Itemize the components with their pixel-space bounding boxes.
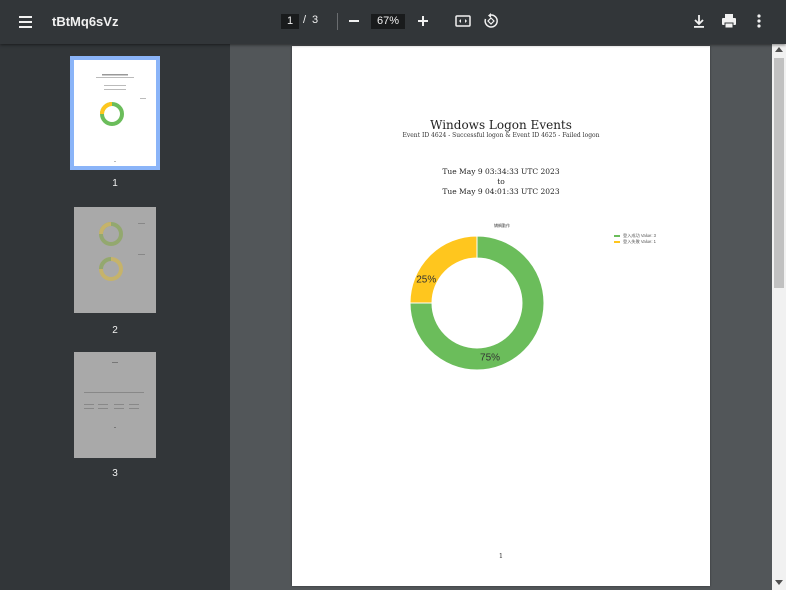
percent-label-success: 75%: [480, 352, 500, 363]
percent-label-failed: 25%: [416, 274, 436, 285]
zoom-out-icon[interactable]: [346, 13, 362, 29]
download-icon[interactable]: [690, 12, 708, 30]
chart-legend: 登入成功 Value: 3 登入失敗 Value: 1: [614, 233, 656, 245]
thumbnail-page-3[interactable]: [74, 352, 156, 458]
legend-label-failed: 登入失敗 Value: 1: [623, 239, 656, 244]
legend-swatch-success: [614, 235, 620, 237]
document-viewer: Windows Logon Events Event ID 4624 - Suc…: [230, 44, 772, 590]
pdf-toolbar: tBtMq6sVz 1 / 3 67%: [0, 0, 786, 44]
time-range: Tue May 9 03:34:33 UTC 2023 to Tue May 9…: [292, 167, 710, 197]
fit-to-page-icon[interactable]: [454, 12, 472, 30]
menu-icon[interactable]: [14, 10, 38, 34]
page-subtitle: Event ID 4624 - Successful logon & Event…: [402, 132, 600, 139]
thumbnail-label-3: 3: [112, 468, 118, 479]
scrollbar-thumb[interactable]: [774, 58, 784, 288]
end-time: Tue May 9 04:01:33 UTC 2023: [442, 187, 560, 196]
page-separator: /: [303, 14, 307, 26]
toolbar-divider: [337, 13, 338, 30]
zoom-level-input[interactable]: 67%: [371, 14, 405, 29]
rotate-icon[interactable]: [482, 12, 500, 30]
page-number-input[interactable]: 1: [281, 14, 299, 29]
thumbnail-page-1[interactable]: [70, 56, 160, 170]
print-icon[interactable]: [720, 12, 738, 30]
more-options-icon[interactable]: [750, 12, 768, 30]
to-label: to: [497, 177, 505, 186]
thumbnail-label-1: 1: [112, 178, 118, 189]
thumbnail-label-2: 2: [112, 325, 118, 336]
scroll-down-arrow-icon[interactable]: [775, 580, 783, 585]
page-footer-number: 1: [498, 552, 504, 560]
pdf-page: Windows Logon Events Event ID 4624 - Suc…: [292, 46, 710, 586]
vertical-scrollbar[interactable]: [772, 44, 786, 590]
legend-item: 登入失敗 Value: 1: [614, 239, 656, 245]
legend-swatch-failed: [614, 241, 620, 243]
start-time: Tue May 9 03:34:33 UTC 2023: [442, 167, 560, 176]
thumbnail-sidebar: 1 2 3: [0, 44, 230, 590]
donut-slice-failed: [409, 235, 478, 304]
zoom-in-icon[interactable]: [415, 13, 431, 29]
page-total: 3: [312, 14, 319, 26]
thumbnail-page-2[interactable]: [74, 207, 156, 313]
document-title: tBtMq6sVz: [52, 14, 119, 29]
donut-chart: 75% 25%: [409, 235, 545, 371]
page-heading: Windows Logon Events: [430, 118, 572, 132]
scroll-up-arrow-icon[interactable]: [775, 47, 783, 52]
